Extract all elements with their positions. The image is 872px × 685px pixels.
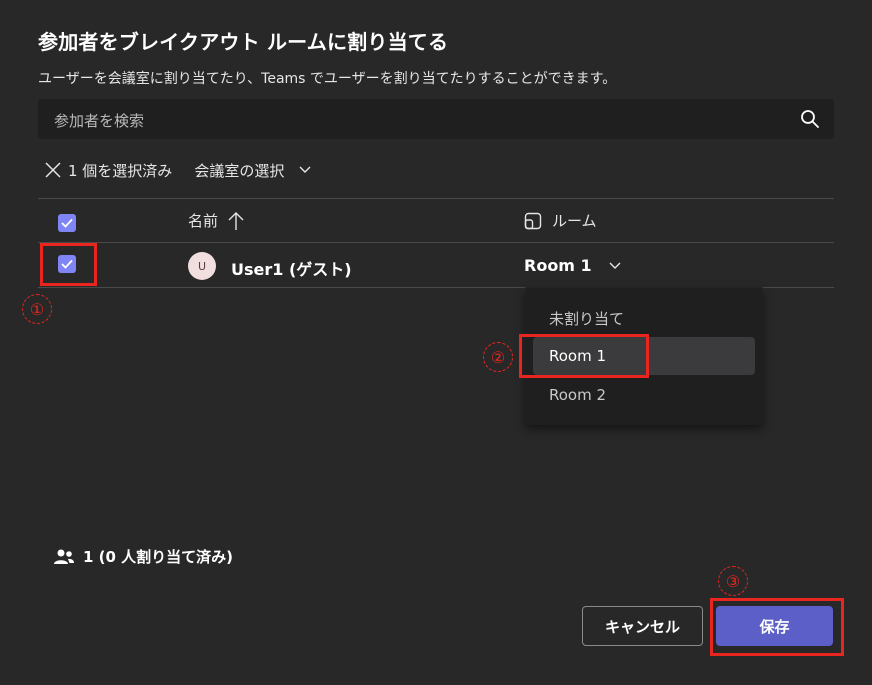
annotation-highlight-checkbox bbox=[40, 243, 97, 286]
annotation-step-2: ② bbox=[483, 342, 513, 372]
column-room-label: ルーム bbox=[552, 212, 597, 230]
dropdown-option-room-2[interactable]: Room 2 bbox=[533, 376, 755, 414]
room-icon bbox=[524, 212, 542, 229]
annotation-highlight-room1 bbox=[519, 334, 649, 378]
select-room-button[interactable]: 会議室の選択 bbox=[194, 160, 284, 181]
footer-count-text: 1 (0 人割り当て済み) bbox=[83, 548, 234, 566]
save-button[interactable]: 保存 bbox=[716, 606, 833, 646]
room-select[interactable]: Room 1 bbox=[524, 256, 622, 275]
annotation-step-1: ① bbox=[22, 294, 52, 324]
cancel-button[interactable]: キャンセル bbox=[582, 606, 703, 646]
search-input[interactable]: 参加者を検索 bbox=[54, 110, 144, 131]
header-row-divider bbox=[38, 242, 834, 243]
dialog-description: ユーザーを会議室に割り当てたり、Teams でユーザーを割り当てたりすることがで… bbox=[38, 71, 617, 87]
column-header-name[interactable]: 名前 bbox=[188, 210, 244, 231]
chevron-down-icon[interactable] bbox=[608, 259, 622, 273]
search-box[interactable]: 参加者を検索 bbox=[38, 99, 834, 139]
room-select-value: Room 1 bbox=[524, 256, 592, 275]
select-all-checkbox[interactable] bbox=[58, 214, 76, 232]
dialog-title: 参加者をブレイクアウト ルームに割り当てる bbox=[38, 30, 449, 54]
dropdown-option-unassigned[interactable]: 未割り当て bbox=[533, 298, 755, 336]
annotation-step-3: ③ bbox=[718, 566, 748, 596]
sort-ascending-icon[interactable] bbox=[228, 211, 244, 231]
people-icon bbox=[54, 549, 74, 564]
chevron-down-icon[interactable] bbox=[298, 163, 312, 177]
search-icon[interactable] bbox=[800, 109, 820, 129]
footer-assignment-count: 1 (0 人割り当て済み) bbox=[53, 546, 233, 567]
selected-count: 1 個を選択済み bbox=[68, 161, 173, 180]
selection-bar: 1 個を選択済み 会議室の選択 bbox=[44, 158, 312, 182]
checkmark-icon bbox=[61, 218, 73, 228]
participant-name: User1 (ゲスト) bbox=[231, 260, 352, 279]
column-name-label: 名前 bbox=[188, 212, 219, 230]
row-divider-right bbox=[763, 287, 834, 288]
column-header-room[interactable]: ルーム bbox=[524, 210, 597, 231]
close-icon[interactable] bbox=[44, 161, 62, 179]
table-top-divider bbox=[38, 198, 834, 199]
row-divider bbox=[38, 287, 525, 288]
avatar: U bbox=[188, 252, 216, 280]
